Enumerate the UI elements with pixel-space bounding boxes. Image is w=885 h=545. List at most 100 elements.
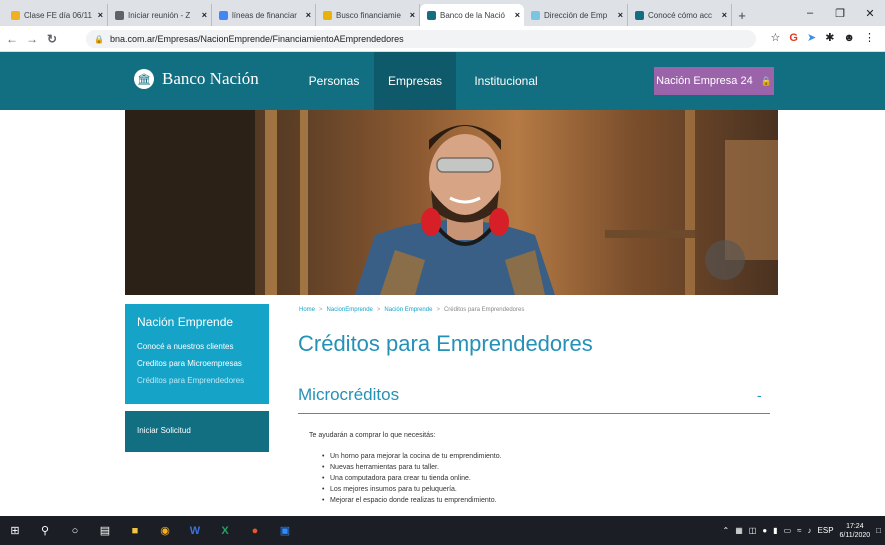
browser-tab[interactable]: líneas de financiar ×	[212, 4, 316, 26]
network-icon[interactable]: ≈	[797, 526, 801, 535]
browser-tab[interactable]: Iniciar reunión - Z ×	[108, 4, 212, 26]
restore-button[interactable]: ❐	[825, 0, 855, 26]
list-item: Nuevas herramientas para tu taller.	[322, 462, 502, 473]
microphone-icon[interactable]: ▮	[773, 526, 777, 535]
reload-icon[interactable]: ↻	[42, 32, 62, 46]
logo-text: Banco Nación	[162, 69, 259, 88]
lock-icon: 🔒	[94, 34, 104, 44]
tray-app-icon[interactable]: ◫	[749, 526, 757, 535]
minimize-button[interactable]: –	[795, 0, 825, 26]
breadcrumb-nacion-emprende[interactable]: Nación Emprende	[384, 307, 432, 313]
menu-dots-icon[interactable]: ⋮	[864, 31, 875, 44]
favicon-icon	[635, 10, 644, 20]
breadcrumb-current: Créditos para Emprendedores	[443, 307, 525, 313]
extension-g-icon[interactable]: G	[789, 32, 798, 44]
list-item: Mejorar el espacio donde realizas tu emp…	[322, 495, 502, 506]
task-view-icon[interactable]: ▤	[90, 516, 120, 545]
close-tab-icon[interactable]: ×	[515, 10, 520, 20]
hero-illustration	[125, 110, 778, 295]
close-tab-icon[interactable]: ×	[98, 10, 103, 20]
sidebar-item-conoce-clientes[interactable]: Conocé a nuestros clientes	[137, 338, 257, 355]
close-window-button[interactable]: ✕	[855, 0, 885, 26]
close-tab-icon[interactable]: ×	[618, 10, 623, 20]
favicon-icon	[11, 10, 20, 20]
browser-tab[interactable]: Busco financiamie ×	[316, 4, 420, 26]
favicon-icon	[219, 10, 228, 20]
new-tab-button[interactable]: +	[732, 4, 752, 26]
cortana-icon[interactable]: ○	[60, 516, 90, 545]
nav-empresas[interactable]: Empresas	[374, 52, 456, 110]
clock-date: 6/11/2020	[839, 531, 871, 539]
tab-title: Iniciar reunión - Z	[128, 10, 191, 20]
close-tab-icon[interactable]: ×	[306, 10, 311, 20]
close-tab-icon[interactable]: ×	[410, 10, 415, 20]
url-text: bna.com.ar/Empresas/NacionEmprende/Finan…	[109, 34, 404, 44]
close-tab-icon[interactable]: ×	[202, 10, 207, 20]
breadcrumb-separator-icon: >	[376, 307, 381, 313]
site-header: 🏛 Banco Nación Personas Empresas Institu…	[0, 52, 885, 110]
iniciar-solicitud-button[interactable]: Iniciar Solicitud	[125, 411, 269, 452]
nacion-empresa-24-button[interactable]: Nación Empresa 24 🔒	[654, 67, 774, 95]
language-indicator[interactable]: ESP	[818, 526, 834, 535]
breadcrumb-nacionemprende[interactable]: NacionEmprende	[327, 307, 373, 313]
tabs-container: Clase FE día 06/11 × Iniciar reunión - Z × l…	[0, 4, 732, 26]
favicon-icon	[323, 10, 332, 20]
list-item: Una computadora para crear tu tienda onl…	[322, 473, 502, 484]
browser-tab[interactable]: Clase FE día 06/11 ×	[4, 4, 108, 26]
favicon-icon	[531, 10, 540, 20]
browser-tab[interactable]: Banco de la Nació ×	[420, 4, 524, 26]
tray-app-icon[interactable]: ▦	[735, 526, 743, 535]
section-title[interactable]: Microcréditos	[298, 385, 399, 405]
tab-title: Conocé cómo acc	[648, 10, 713, 20]
windows-start-icon[interactable]: ⊞	[0, 516, 30, 545]
bookmark-star-icon[interactable]: ☆	[771, 31, 781, 44]
screen: Clase FE día 06/11 × Iniciar reunión - Z × l…	[0, 0, 885, 545]
chevron-up-icon[interactable]: ⌃	[722, 526, 729, 535]
nav-personas[interactable]: Personas	[303, 52, 365, 110]
extensions-area: ☆ G ➤ ✱ ☻ ⋮	[771, 31, 875, 45]
tab-title: Dirección de Emp	[544, 10, 608, 20]
word-icon[interactable]: W	[180, 516, 210, 545]
nav-personas-label: Personas	[308, 74, 360, 88]
extension-arrow-icon[interactable]: ➤	[807, 31, 816, 44]
section-intro: Te ayudarán a comprar lo que necesitás:	[309, 432, 436, 439]
search-icon[interactable]: ⚲	[30, 516, 60, 545]
tab-title: Clase FE día 06/11	[24, 10, 92, 20]
browser-tab[interactable]: Conocé cómo acc ×	[628, 4, 732, 26]
close-tab-icon[interactable]: ×	[722, 10, 727, 20]
sidebar-menu: Nación Emprende Conocé a nuestros client…	[125, 304, 269, 404]
zoom-icon[interactable]: ▣	[270, 516, 300, 545]
system-tray: ⌃ ▦ ◫ ● ▮ ▭ ≈ ♪ ESP 17:24 6/11/2020 □	[722, 516, 881, 545]
collapse-toggle-icon[interactable]: -	[757, 387, 762, 403]
extensions-puzzle-icon[interactable]: ✱	[825, 31, 834, 44]
url-field[interactable]: 🔒 bna.com.ar/Empresas/NacionEmprende/Fin…	[86, 30, 756, 48]
notifications-icon[interactable]: □	[876, 526, 881, 535]
tab-title: Banco de la Nació	[440, 10, 505, 20]
breadcrumb-home[interactable]: Home	[299, 307, 315, 313]
site-logo[interactable]: 🏛 Banco Nación	[134, 69, 259, 89]
clock[interactable]: 17:24 6/11/2020	[840, 522, 871, 540]
nav-institucional[interactable]: Institucional	[466, 52, 546, 110]
tab-title: líneas de financiar	[232, 10, 297, 20]
volume-icon[interactable]: ♪	[808, 526, 812, 535]
bank-seal-icon: 🏛	[134, 69, 154, 89]
tab-strip: Clase FE día 06/11 × Iniciar reunión - Z × l…	[0, 0, 885, 26]
profile-icon[interactable]: ☻	[843, 32, 855, 44]
back-icon[interactable]: ←	[2, 32, 22, 46]
breadcrumb-separator-icon: >	[319, 307, 323, 313]
battery-icon[interactable]: ▭	[784, 526, 792, 535]
sidebar-item-microempresas[interactable]: Creditos para Microempresas	[137, 355, 257, 372]
breadcrumb: Home > NacionEmprende > Nación Emprende > Créd…	[299, 307, 524, 313]
breadcrumb-separator-icon: >	[436, 307, 440, 313]
page-title: Créditos para Emprendedores	[298, 331, 593, 356]
sidebar-item-emprendedores[interactable]: Créditos para Emprendedores	[137, 372, 257, 389]
media-player-icon[interactable]: ●	[240, 516, 270, 545]
excel-icon[interactable]: X	[210, 516, 240, 545]
chrome-icon[interactable]: ◉	[150, 516, 180, 545]
forward-icon[interactable]: →	[22, 32, 42, 46]
sidebar-title: Nación Emprende	[137, 315, 234, 329]
list-item: Los mejores insumos para tu peluquería.	[322, 484, 502, 495]
file-explorer-icon[interactable]: ■	[120, 516, 150, 545]
browser-tab[interactable]: Dirección de Emp ×	[524, 4, 628, 26]
tray-app-icon[interactable]: ●	[762, 526, 767, 535]
